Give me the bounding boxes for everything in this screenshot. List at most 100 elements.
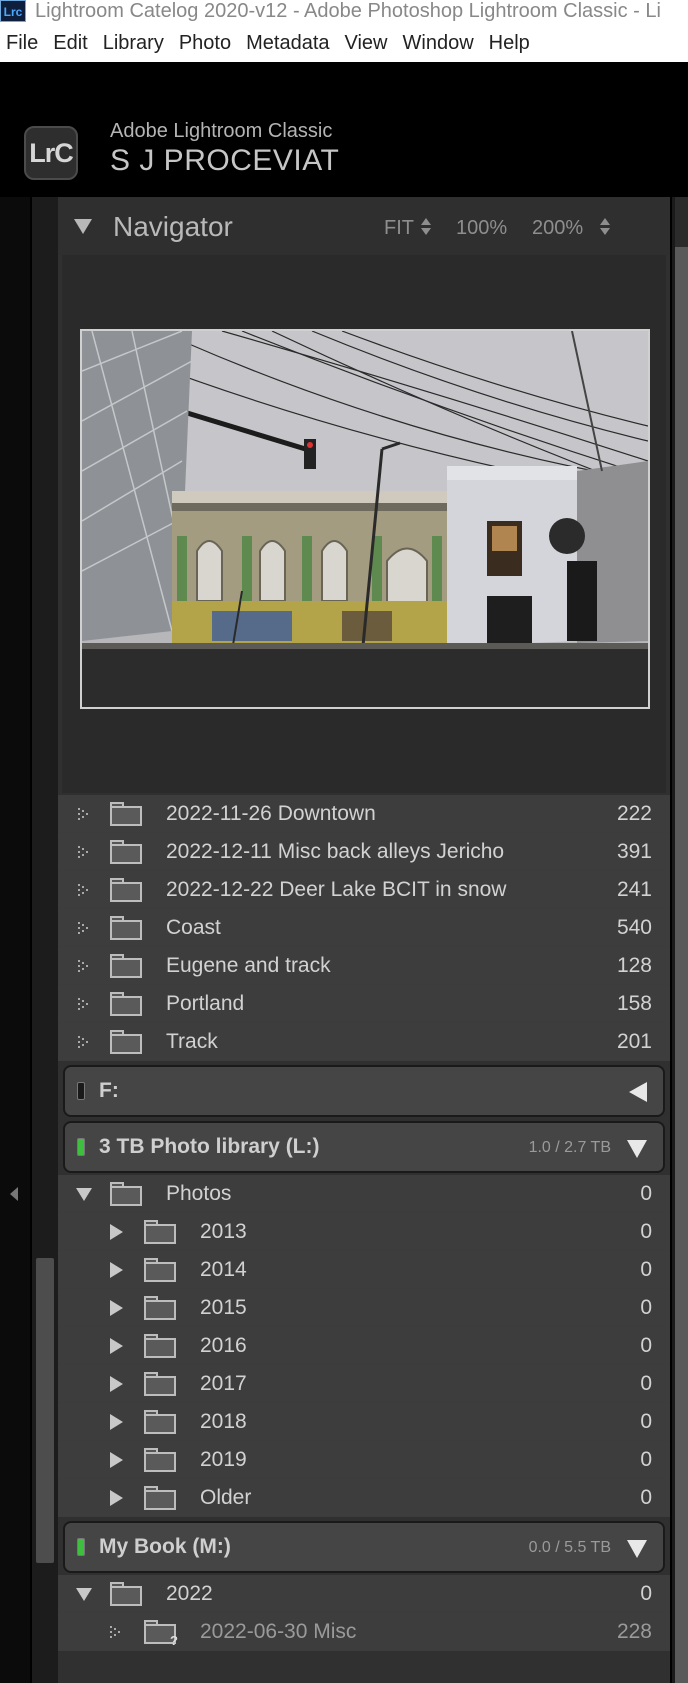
collapsed-triangle-icon[interactable]: [110, 1262, 123, 1278]
collapsed-triangle-icon[interactable]: [110, 1338, 123, 1354]
updown-arrows-icon[interactable]: [600, 218, 610, 236]
folder-name: 2015: [200, 1296, 247, 1319]
folder-count: 0: [640, 1372, 652, 1395]
subfolder-row[interactable]: Older 0: [58, 1479, 670, 1517]
navigator-header[interactable]: Navigator FIT 100% 200%: [58, 197, 670, 255]
folder-count: 0: [640, 1258, 652, 1281]
subfolder-row[interactable]: 2017 0: [58, 1365, 670, 1403]
menu-help[interactable]: Help: [489, 32, 530, 55]
folder-name: Older: [200, 1486, 252, 1509]
folder-icon: [110, 1582, 142, 1606]
expand-dots-icon[interactable]: [78, 846, 90, 858]
expand-dots-icon[interactable]: [78, 998, 90, 1010]
menu-library[interactable]: Library: [103, 32, 164, 55]
collapse-left-arrow-icon[interactable]: [10, 1187, 18, 1201]
folder-count: 0: [640, 1486, 652, 1509]
menu-photo[interactable]: Photo: [179, 32, 231, 55]
folder-icon: [144, 1410, 176, 1434]
identity-plate: LrC Adobe Lightroom Classic S J PROCEVIA…: [0, 62, 688, 197]
left-panel-collapse-strip[interactable]: [0, 197, 30, 1683]
folder-count: 222: [616, 802, 652, 825]
volume-status-led: [77, 1138, 85, 1156]
expand-dots-icon[interactable]: [78, 1036, 90, 1048]
folder-count: 0: [640, 1296, 652, 1319]
window-title: Lightroom Catelog 2020-v12 - Adobe Photo…: [35, 0, 661, 22]
zoom-100-button[interactable]: 100%: [456, 217, 507, 240]
expanded-triangle-icon[interactable]: [627, 1540, 647, 1558]
expand-dots-icon[interactable]: [78, 922, 90, 934]
expanded-triangle-icon[interactable]: [627, 1140, 647, 1158]
folder-name: 2019: [200, 1448, 247, 1471]
menu-view[interactable]: View: [345, 32, 388, 55]
subfolder-row[interactable]: 2016 0: [58, 1327, 670, 1365]
volume-header-l[interactable]: 3 TB Photo library (L:) 1.0 / 2.7 TB: [63, 1121, 665, 1173]
right-edge-top: [675, 197, 688, 247]
expand-dots-icon[interactable]: [78, 884, 90, 896]
folder-icon: [144, 1296, 176, 1320]
folder-row[interactable]: Track 201: [58, 1023, 670, 1061]
folder-icon: [144, 1448, 176, 1472]
app-name: Adobe Lightroom Classic: [110, 120, 333, 142]
volume-header-f[interactable]: F:: [63, 1065, 665, 1117]
folder-count: 0: [640, 1448, 652, 1471]
menu-file[interactable]: File: [6, 32, 38, 55]
subfolder-row[interactable]: 2018 0: [58, 1403, 670, 1441]
folder-count: 241: [616, 878, 652, 901]
folder-row[interactable]: 2022-12-22 Deer Lake BCIT in snow 241: [58, 871, 670, 909]
folder-row[interactable]: Portland 158: [58, 985, 670, 1023]
folder-row[interactable]: 2022-11-26 Downtown 222: [58, 795, 670, 833]
menu-window[interactable]: Window: [403, 32, 474, 55]
collapsed-triangle-icon[interactable]: [110, 1452, 123, 1468]
lrc-logo-icon: LrC: [24, 126, 78, 180]
zoom-fit-button[interactable]: FIT: [384, 217, 414, 240]
subfolder-row[interactable]: 2014 0: [58, 1251, 670, 1289]
zoom-200-button[interactable]: 200%: [532, 217, 583, 240]
collapsed-triangle-icon[interactable]: [110, 1376, 123, 1392]
folder-row[interactable]: 2022 0: [58, 1575, 670, 1613]
volume-name: My Book (M:): [99, 1535, 231, 1558]
panel-scrollbar-thumb[interactable]: [36, 1258, 54, 1563]
folder-icon: [110, 916, 142, 940]
subfolder-row[interactable]: 2013 0: [58, 1213, 670, 1251]
volume-header-m[interactable]: My Book (M:) 0.0 / 5.5 TB: [63, 1521, 665, 1573]
folder-icon: [144, 1486, 176, 1510]
expanded-triangle-icon[interactable]: [76, 1588, 92, 1601]
folder-count: 0: [640, 1334, 652, 1357]
folder-count: 0: [640, 1182, 652, 1205]
folder-name: Portland: [166, 992, 245, 1015]
folder-icon: [110, 992, 142, 1016]
folder-name: 2014: [200, 1258, 247, 1281]
folder-icon: [110, 954, 142, 978]
navigator-preview-photo[interactable]: [80, 329, 650, 709]
collapsed-triangle-icon[interactable]: [110, 1224, 123, 1240]
updown-arrows-icon[interactable]: [421, 218, 431, 236]
folder-row[interactable]: Photos 0: [58, 1175, 670, 1213]
folder-count: 201: [616, 1030, 652, 1053]
folder-name: Coast: [166, 916, 221, 939]
menu-edit[interactable]: Edit: [53, 32, 87, 55]
volume-status-led: [77, 1082, 85, 1100]
expanded-triangle-icon[interactable]: [76, 1188, 92, 1201]
expand-dots-icon[interactable]: [110, 1626, 122, 1638]
right-edge-divider: [672, 197, 688, 1683]
folder-row[interactable]: Coast 540: [58, 909, 670, 947]
subfolder-row[interactable]: 2019 0: [58, 1441, 670, 1479]
folder-count: 228: [616, 1620, 652, 1643]
folder-count: 0: [640, 1220, 652, 1243]
navigator-preview-area[interactable]: [62, 255, 666, 793]
collapsed-triangle-icon[interactable]: [110, 1490, 123, 1506]
folder-row[interactable]: Eugene and track 128: [58, 947, 670, 985]
collapsed-triangle-icon[interactable]: [110, 1414, 123, 1430]
lightroom-app-icon: Lrc: [0, 0, 26, 22]
collapse-triangle-icon[interactable]: [74, 219, 92, 234]
folder-icon: [110, 802, 142, 826]
subfolder-row[interactable]: 2015 0: [58, 1289, 670, 1327]
expand-dots-icon[interactable]: [78, 960, 90, 972]
expand-dots-icon[interactable]: [78, 808, 90, 820]
folder-row[interactable]: 2022-12-11 Misc back alleys Jericho 391: [58, 833, 670, 871]
window-title-bar: Lrc Lightroom Catelog 2020-v12 - Adobe P…: [0, 0, 688, 24]
subfolder-row[interactable]: ? 2022-06-30 Misc 228: [58, 1613, 670, 1651]
collapsed-triangle-icon[interactable]: [629, 1082, 647, 1102]
collapsed-triangle-icon[interactable]: [110, 1300, 123, 1316]
menu-metadata[interactable]: Metadata: [246, 32, 329, 55]
